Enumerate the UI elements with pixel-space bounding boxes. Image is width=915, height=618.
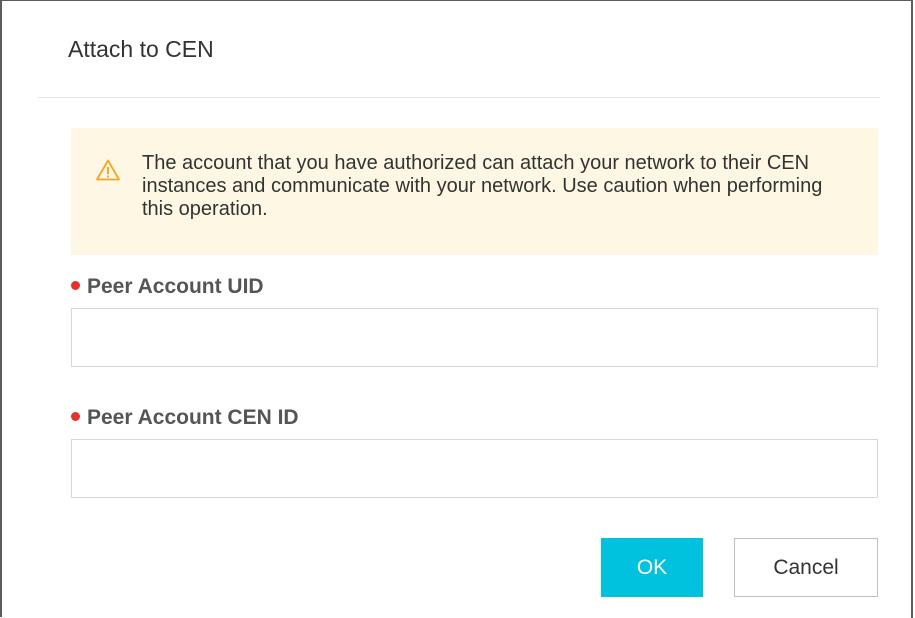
- cancel-button[interactable]: Cancel: [734, 538, 878, 597]
- peer-account-cen-id-label-text: Peer Account CEN ID: [87, 406, 299, 429]
- warning-triangle-icon: [96, 159, 120, 181]
- required-marker: [71, 280, 80, 290]
- ok-button[interactable]: OK: [601, 538, 703, 597]
- attach-to-cen-dialog: Attach to CEN The account that you have …: [0, 0, 913, 618]
- dialog-border: [911, 1, 913, 618]
- peer-account-uid-input[interactable]: [71, 308, 878, 367]
- peer-account-uid-label-text: Peer Account UID: [87, 275, 264, 298]
- peer-account-uid-label: Peer Account UID: [71, 274, 264, 300]
- title-divider: [38, 97, 880, 98]
- peer-account-cen-id-label: Peer Account CEN ID: [71, 405, 299, 431]
- required-marker: [71, 411, 80, 421]
- warning-message: The account that you have authorized can…: [142, 152, 823, 220]
- warning-alert: The account that you have authorized can…: [71, 128, 878, 255]
- peer-account-cen-id-input[interactable]: [71, 439, 878, 498]
- dialog-title: Attach to CEN: [68, 36, 214, 62]
